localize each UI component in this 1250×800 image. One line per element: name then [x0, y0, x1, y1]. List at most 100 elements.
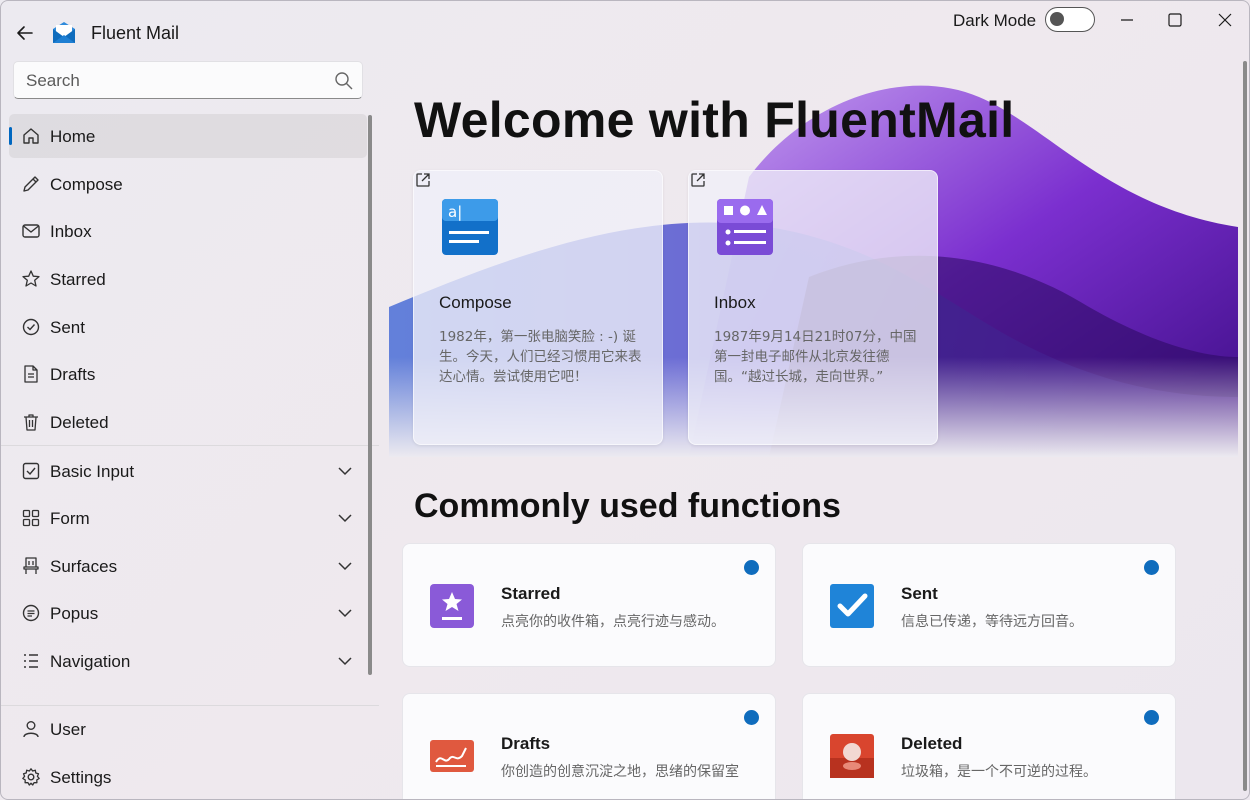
deleted-app-icon [830, 734, 874, 778]
inbox-app-icon [717, 199, 773, 255]
compose-card[interactable]: a| Compose 1982年，第一张电脑笑脸 : -) 诞生。今天，人们已经… [413, 170, 663, 445]
sidebar-item-surfaces[interactable]: Surfaces [9, 544, 367, 588]
dark-mode-toggle[interactable] [1045, 7, 1095, 32]
chevron-down-icon[interactable] [337, 558, 353, 574]
search-box[interactable] [13, 61, 363, 99]
maximize-button[interactable] [1152, 5, 1198, 35]
open-external-icon[interactable] [414, 171, 432, 189]
chair-icon [23, 557, 39, 574]
gear-icon [22, 768, 40, 786]
back-button[interactable] [11, 19, 39, 47]
function-title: Drafts [501, 734, 551, 753]
sidebar-item-label: Sent [50, 318, 85, 337]
svg-text:a|: a| [448, 203, 462, 221]
search-input[interactable] [26, 70, 326, 92]
sidebar-item-label: Form [50, 509, 90, 528]
sidebar-item-label: Compose [50, 175, 123, 194]
pencil-icon [23, 176, 39, 192]
footer-divider [1, 705, 379, 706]
sidebar-item-popus[interactable]: Popus [9, 591, 367, 635]
sidebar-item-label: Surfaces [50, 557, 118, 576]
status-dot [1144, 710, 1159, 725]
sidebar-item-label: Home [50, 127, 96, 146]
drafts-app-icon [430, 740, 474, 772]
function-card-starred[interactable]: Starred 点亮你的收件箱，点亮行迹与感动。 [402, 543, 776, 667]
sidebar-item-home[interactable]: Home [9, 114, 367, 158]
close-button[interactable] [1202, 5, 1248, 35]
sidebar-item-settings[interactable]: Settings [9, 755, 367, 799]
check-circle-icon [22, 318, 40, 336]
card-title: Compose [439, 293, 512, 312]
grid-icon [22, 509, 40, 527]
sent-app-icon [830, 584, 874, 628]
starred-app-icon [430, 584, 474, 628]
function-card-drafts[interactable]: Drafts 你创造的创意沉淀之地，思绪的保留室 [402, 693, 776, 799]
main-scrollbar[interactable] [1243, 61, 1247, 791]
function-title: Sent [901, 584, 938, 603]
sidebar-item-label: Settings [50, 768, 112, 787]
person-icon [23, 721, 39, 738]
sidebar-item-deleted[interactable]: Deleted [9, 400, 367, 444]
home-icon [23, 128, 39, 144]
sidebar-item-sent[interactable]: Sent [9, 305, 367, 349]
compose-app-icon: a| [442, 199, 498, 255]
sidebar-item-label: Basic Input [50, 462, 135, 481]
sidebar-nav: Home Compose Inbox Starred Sent Drafts D… [1, 111, 379, 711]
list-icon [24, 654, 38, 668]
sidebar-item-starred[interactable]: Starred [9, 257, 367, 301]
chevron-down-icon[interactable] [337, 605, 353, 621]
status-dot [1144, 560, 1159, 575]
function-description: 信息已传递，等待远方回音。 [901, 614, 1083, 630]
toggle-knob [1050, 12, 1064, 26]
document-icon [24, 365, 38, 383]
star-icon [22, 270, 40, 287]
function-title: Deleted [901, 734, 963, 753]
sidebar-item-user[interactable]: User [9, 707, 367, 751]
sidebar-item-inbox[interactable]: Inbox [9, 209, 367, 253]
card-title: Inbox [714, 293, 756, 312]
sidebar-item-label: Starred [50, 270, 106, 289]
function-title: Starred [501, 584, 561, 603]
inbox-card[interactable]: Inbox 1987年9月14日21时07分，中国第一封电子邮件从北京发往德国。… [688, 170, 938, 445]
sidebar-item-form[interactable]: Form [9, 496, 367, 540]
function-description: 你创造的创意沉淀之地，思绪的保留室 [501, 764, 739, 780]
sidebar-item-navigation[interactable]: Navigation [9, 639, 367, 683]
sidebar-item-compose[interactable]: Compose [9, 162, 367, 206]
checkbox-icon [22, 462, 40, 480]
search-icon[interactable] [334, 71, 354, 91]
active-indicator [9, 127, 12, 145]
chevron-down-icon[interactable] [337, 653, 353, 669]
function-card-deleted[interactable]: Deleted 垃圾箱，是一个不可逆的过程。 [802, 693, 1176, 799]
sidebar-scrollbar[interactable] [368, 115, 372, 675]
sidebar-item-label: Navigation [50, 652, 131, 671]
sidebar-item-label: User [50, 720, 86, 739]
welcome-title: Welcome with FluentMail [414, 92, 1015, 148]
mail-icon [22, 224, 40, 238]
chevron-down-icon[interactable] [337, 463, 353, 479]
card-description: 1982年，第一张电脑笑脸 : -) 诞生。今天，人们已经习惯用它来表达心情。尝… [439, 329, 642, 385]
app-window: Fluent Mail Dark Mode Home Compose In [0, 0, 1250, 800]
title-bar: Fluent Mail Dark Mode [1, 1, 1249, 57]
function-card-sent[interactable]: Sent 信息已传递，等待远方回音。 [802, 543, 1176, 667]
sidebar-item-label: Deleted [50, 413, 109, 432]
sidebar-item-drafts[interactable]: Drafts [9, 352, 367, 396]
dark-mode-label: Dark Mode [953, 11, 1037, 30]
trash-icon [24, 414, 38, 431]
sidebar-item-label: Inbox [50, 222, 92, 241]
section-title: Commonly used functions [414, 487, 841, 525]
mail-app-icon [53, 22, 75, 43]
open-external-icon[interactable] [689, 171, 707, 189]
minimize-button[interactable] [1104, 5, 1150, 35]
back-arrow-icon [17, 26, 33, 40]
main-content: Welcome with FluentMail a| Compose 1982年… [389, 57, 1249, 799]
sidebar-item-basic-input[interactable]: Basic Input [9, 449, 367, 493]
nav-divider [1, 445, 379, 446]
maximize-icon [1168, 13, 1182, 27]
list-circle-icon [22, 604, 40, 622]
hero-banner: Welcome with FluentMail a| Compose 1982年… [389, 57, 1238, 457]
chevron-down-icon[interactable] [337, 510, 353, 526]
sidebar-item-label: Drafts [50, 365, 96, 384]
function-description: 垃圾箱，是一个不可逆的过程。 [901, 764, 1097, 780]
status-dot [744, 560, 759, 575]
status-dot [744, 710, 759, 725]
